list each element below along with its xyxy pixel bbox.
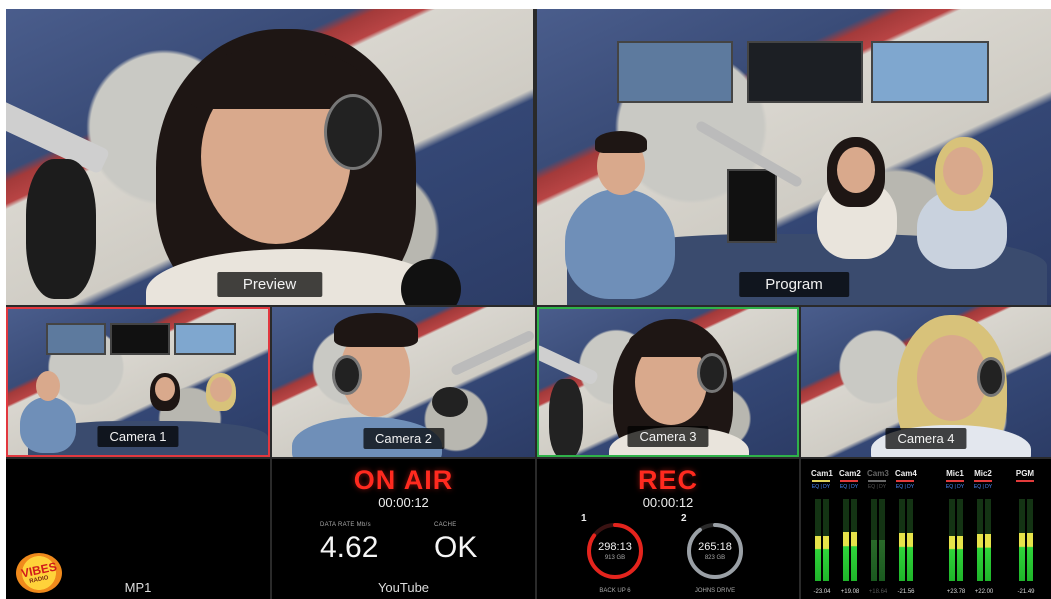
meter-mic1-eq-dy: EQ | DY bbox=[945, 484, 965, 490]
preview-view[interactable]: Preview bbox=[6, 9, 533, 305]
meter-cam2-label: Cam2 bbox=[839, 469, 861, 478]
on-air-status: ON AIR bbox=[353, 465, 454, 495]
meter-cam1-eq-dy: EQ | DY bbox=[811, 484, 831, 490]
meter-cam4-bar bbox=[899, 499, 905, 581]
meter-cam4-eq-dy: EQ | DY bbox=[895, 484, 915, 490]
meter-cam2[interactable]: Cam2 EQ | DY bbox=[839, 469, 861, 490]
program-view[interactable]: Program bbox=[537, 9, 1051, 305]
meter-mic1-label: Mic1 bbox=[946, 469, 964, 478]
meter-mic2-eq-dy: EQ | DY bbox=[973, 484, 993, 490]
drive-1-ring: 298:13 913 GB bbox=[585, 521, 645, 581]
meter-cam1-value: -23.04 bbox=[813, 589, 831, 595]
rec-status: REC bbox=[637, 465, 698, 495]
meter-cam4-label: Cam4 bbox=[895, 469, 917, 478]
meter-cam4[interactable]: Cam4 EQ | DY bbox=[895, 469, 917, 490]
drive-2-size: 823 GB bbox=[704, 555, 726, 561]
camera-3-view[interactable]: Camera 3 bbox=[537, 307, 799, 457]
stream-status-view: ON AIR 00:00:12 DATA RATE Mb/s CACHE 4.6… bbox=[272, 459, 535, 599]
meter-cam2-eq-dy: EQ | DY bbox=[839, 484, 859, 490]
meter-cam4-color-bar bbox=[896, 480, 914, 482]
camera-4-view[interactable]: Camera 4 bbox=[801, 307, 1051, 457]
program-label: Program bbox=[739, 272, 849, 297]
meter-cam3-value: +18.64 bbox=[868, 589, 888, 595]
meter-cam1-label: Cam1 bbox=[811, 469, 833, 478]
cache-value: OK bbox=[434, 531, 478, 564]
drive-2-ring: 265:18 823 GB bbox=[685, 521, 745, 581]
drive-1-name: BACK UP 6 bbox=[599, 588, 631, 594]
meter-mic2-color-bar bbox=[974, 480, 992, 482]
meter-pgm-bar bbox=[1019, 499, 1025, 581]
meter-pgm-bar bbox=[1027, 499, 1033, 581]
meter-mic2-label: Mic2 bbox=[974, 469, 992, 478]
meter-mic2-value: +22.00 bbox=[974, 589, 994, 595]
data-rate-value: 4.62 bbox=[320, 531, 379, 564]
drive-1-time: 298:13 bbox=[598, 541, 632, 553]
meter-cam3-label: Cam3 bbox=[867, 469, 889, 478]
data-rate-caption: DATA RATE Mb/s bbox=[320, 522, 371, 528]
meter-mic2-bar bbox=[985, 499, 991, 581]
cache-caption: CACHE bbox=[434, 522, 457, 528]
meter-mic1[interactable]: Mic1 EQ | DY bbox=[945, 469, 965, 490]
camera-4-label: Camera 4 bbox=[885, 428, 967, 449]
meter-mic1-bar bbox=[957, 499, 963, 581]
drive-1-size: 913 GB bbox=[604, 555, 626, 561]
meter-cam3-color-bar bbox=[868, 480, 886, 482]
rec-timecode: 00:00:12 bbox=[642, 495, 694, 510]
meter-pgm-label: PGM bbox=[1015, 469, 1035, 478]
camera-3-label: Camera 3 bbox=[627, 426, 709, 447]
meter-pgm[interactable]: PGM bbox=[1015, 469, 1035, 484]
media-player-view[interactable]: VIBES RADIO MP1 bbox=[6, 459, 270, 599]
meter-mic2-bar bbox=[977, 499, 983, 581]
meter-cam2-bar bbox=[851, 499, 857, 581]
meter-mic2[interactable]: Mic2 EQ | DY bbox=[973, 469, 993, 490]
stream-timecode: 00:00:12 bbox=[378, 495, 429, 510]
meter-cam3-eq-dy: EQ | DY bbox=[867, 484, 887, 490]
meter-pgm-value: -21.49 bbox=[1017, 589, 1035, 595]
meter-cam2-color-bar bbox=[840, 480, 858, 482]
stream-platform: YouTube bbox=[377, 580, 430, 595]
drive-2-name: JOHNS DRIVE bbox=[694, 588, 736, 594]
audio-meter-group: Cam1 EQ | DY -23.04 Cam2 EQ | DY +19.08 Cam3 EQ… bbox=[801, 459, 1051, 599]
meter-cam3-bar bbox=[879, 499, 885, 581]
preview-label: Preview bbox=[216, 272, 323, 297]
meter-cam1-color-bar bbox=[812, 480, 830, 482]
camera-2-view[interactable]: Camera 2 bbox=[272, 307, 535, 457]
meter-pgm-color-bar bbox=[1016, 480, 1034, 482]
meter-mic1-bar bbox=[949, 499, 955, 581]
meter-mic1-value: +23.78 bbox=[946, 589, 966, 595]
meter-mic1-color-bar bbox=[946, 480, 964, 482]
meter-cam2-value: +19.08 bbox=[840, 589, 860, 595]
meter-cam1-bar bbox=[815, 499, 821, 581]
media-player-label: MP1 bbox=[124, 580, 152, 595]
meter-cam2-bar bbox=[843, 499, 849, 581]
meter-cam1[interactable]: Cam1 EQ | DY bbox=[811, 469, 833, 490]
preview-scene bbox=[6, 9, 533, 305]
meter-cam3-bar bbox=[871, 499, 877, 581]
multiview: Preview Program Camera 1 Camera 2 Camera… bbox=[6, 9, 1051, 599]
camera-1-view[interactable]: Camera 1 bbox=[6, 307, 270, 457]
record-status-view: REC 00:00:12 1 298:13 913 GB BACK UP 6 2… bbox=[537, 459, 799, 599]
program-scene bbox=[537, 9, 1051, 305]
camera-1-label: Camera 1 bbox=[97, 426, 179, 447]
audio-meters-view: Cam1 EQ | DY -23.04 Cam2 EQ | DY +19.08 Cam3 EQ… bbox=[801, 459, 1051, 599]
meter-cam3[interactable]: Cam3 EQ | DY bbox=[867, 469, 889, 490]
drive-2-time: 265:18 bbox=[698, 541, 732, 553]
meter-cam4-value: -21.56 bbox=[897, 589, 915, 595]
meter-cam1-bar bbox=[823, 499, 829, 581]
meter-cam4-bar bbox=[907, 499, 913, 581]
camera-2-label: Camera 2 bbox=[362, 428, 445, 449]
